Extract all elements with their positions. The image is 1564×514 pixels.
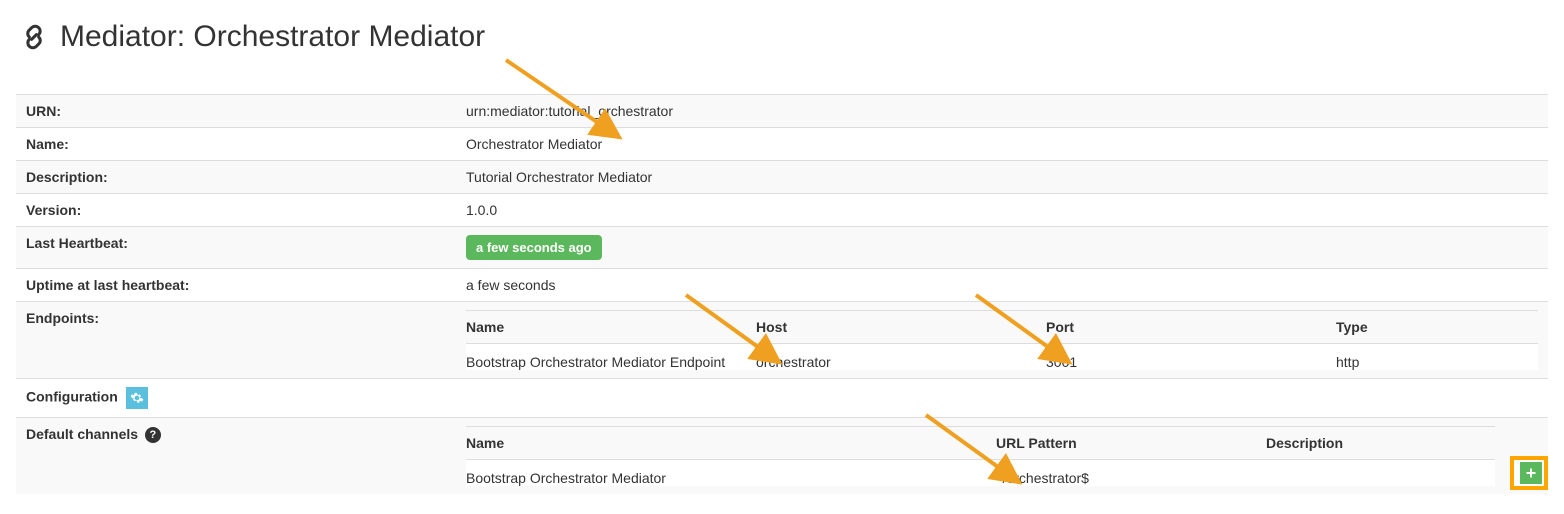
endpoint-row: Bootstrap Orchestrator Mediator Endpoint…: [466, 344, 1538, 371]
endpoints-header-host: Host: [756, 311, 1046, 344]
label-endpoints: Endpoints:: [16, 302, 456, 379]
row-last-heartbeat: Last Heartbeat: a few seconds ago: [16, 227, 1548, 269]
value-name: Orchestrator Mediator: [456, 128, 1548, 161]
label-description: Description:: [16, 161, 456, 194]
channel-row: Bootstrap Orchestrator Mediator ^/orches…: [466, 460, 1495, 487]
page-header: Mediator: Orchestrator Mediator: [20, 20, 1548, 54]
channels-header-description: Description: [1266, 427, 1495, 460]
label-last-heartbeat: Last Heartbeat:: [16, 227, 456, 269]
row-name: Name: Orchestrator Mediator: [16, 128, 1548, 161]
mediator-details-table: URN: urn:mediator:tutorial_orchestrator …: [16, 94, 1548, 494]
link-icon: [20, 23, 48, 51]
value-urn: urn:mediator:tutorial_orchestrator: [456, 95, 1548, 128]
gear-icon: [130, 391, 144, 405]
row-uptime: Uptime at last heartbeat: a few seconds: [16, 269, 1548, 302]
endpoint-type: http: [1336, 344, 1538, 371]
channels-header-name: Name: [466, 427, 996, 460]
channel-url-pattern: ^/orchestrator$: [996, 460, 1266, 487]
value-version: 1.0.0: [456, 194, 1548, 227]
label-default-channels: Default channels: [26, 426, 138, 442]
row-endpoints: Endpoints: Name Host Port Type Bootstrap…: [16, 302, 1548, 379]
row-urn: URN: urn:mediator:tutorial_orchestrator: [16, 95, 1548, 128]
help-icon[interactable]: ?: [145, 427, 161, 443]
label-configuration: Configuration: [26, 389, 118, 405]
endpoint-host: orchestrator: [756, 344, 1046, 371]
value-description: Tutorial Orchestrator Mediator: [456, 161, 1548, 194]
channel-description: [1266, 460, 1495, 487]
channel-name: Bootstrap Orchestrator Mediator: [466, 460, 996, 487]
endpoint-port: 3001: [1046, 344, 1336, 371]
endpoint-name: Bootstrap Orchestrator Mediator Endpoint: [466, 344, 756, 371]
add-channel-highlight: [1510, 456, 1548, 490]
page-title: Mediator: Orchestrator Mediator: [60, 20, 485, 54]
endpoints-header-type: Type: [1336, 311, 1538, 344]
endpoints-table: Name Host Port Type Bootstrap Orchestrat…: [466, 310, 1538, 370]
channels-table: Name URL Pattern Description Bootstrap O…: [466, 426, 1495, 486]
heartbeat-badge: a few seconds ago: [466, 235, 602, 260]
label-uptime: Uptime at last heartbeat:: [16, 269, 456, 302]
configuration-settings-button[interactable]: [126, 387, 148, 409]
row-default-channels: Default channels ? Name URL Pattern Desc…: [16, 418, 1548, 495]
endpoints-header-port: Port: [1046, 311, 1336, 344]
channels-header-url-pattern: URL Pattern: [996, 427, 1266, 460]
row-version: Version: 1.0.0: [16, 194, 1548, 227]
value-uptime: a few seconds: [456, 269, 1548, 302]
add-channel-button[interactable]: [1520, 462, 1542, 484]
label-urn: URN:: [16, 95, 456, 128]
endpoints-header-name: Name: [466, 311, 756, 344]
label-name: Name:: [16, 128, 456, 161]
plus-icon: [1525, 467, 1537, 479]
label-version: Version:: [16, 194, 456, 227]
row-description: Description: Tutorial Orchestrator Media…: [16, 161, 1548, 194]
row-configuration: Configuration: [16, 379, 1548, 418]
